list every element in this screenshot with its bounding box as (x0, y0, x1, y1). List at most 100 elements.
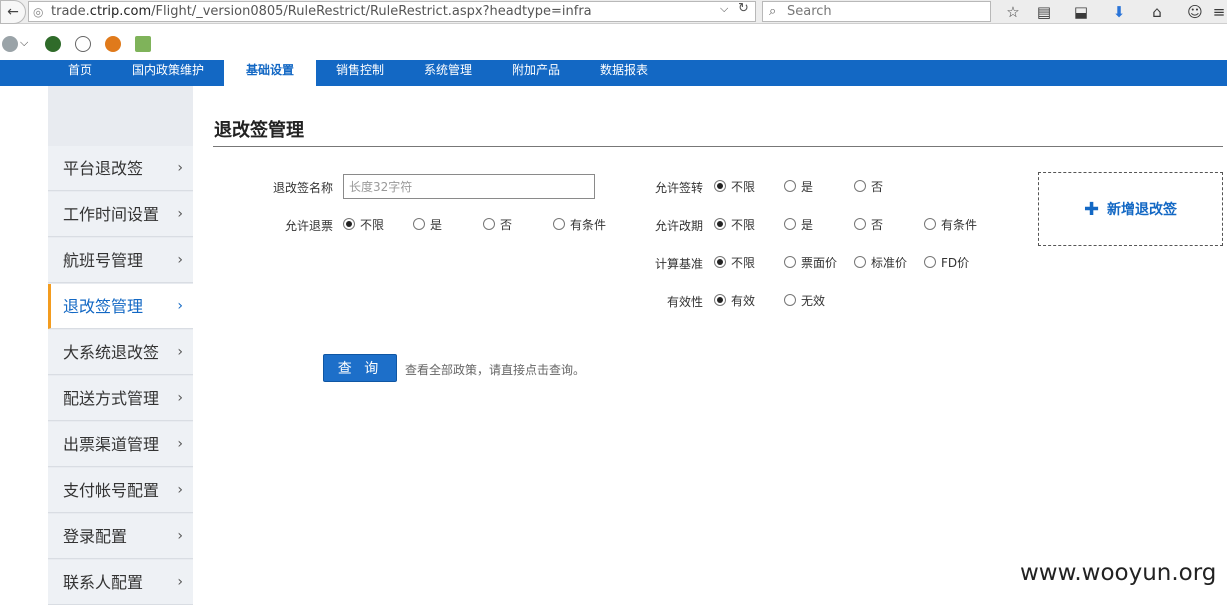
address-bar[interactable]: ◎ trade.ctrip.com/Flight/_version0805/Ru… (28, 1, 756, 22)
chevron-right-icon: › (177, 574, 183, 590)
sidebar-item-flight-number[interactable]: 航班号管理 › (48, 238, 193, 283)
endorse-option-any[interactable]: 不限 (714, 178, 755, 194)
sidebar-item-contact-config[interactable]: 联系人配置 › (48, 560, 193, 605)
change-option-conditional[interactable]: 有条件 (924, 216, 977, 232)
reload-icon[interactable]: ↻ (738, 1, 749, 16)
search-input[interactable]: ⌕ Search (762, 1, 991, 22)
radio-icon (854, 218, 866, 230)
chevron-right-icon: › (177, 482, 183, 498)
basis-option-face-price[interactable]: 票面价 (784, 254, 837, 270)
nav-tab-home[interactable]: 首页 (58, 60, 102, 86)
valid-option-valid[interactable]: 有效 (714, 292, 755, 308)
query-hint: 查看全部政策，请直接点击查询。 (405, 363, 586, 377)
star-icon[interactable]: ☆ (1002, 1, 1024, 23)
watermark: www.wooyun.org (1020, 560, 1217, 586)
smiley-icon[interactable]: ☺ (1184, 1, 1206, 23)
back-button[interactable]: ← (0, 0, 26, 24)
radio-icon (924, 218, 936, 230)
radio-icon (784, 218, 796, 230)
sidebar-item-refund-management[interactable]: 退改签管理 › (48, 284, 193, 329)
screenshot-icon[interactable] (135, 36, 151, 52)
sidebar-item-delivery[interactable]: 配送方式管理 › (48, 376, 193, 421)
sidebar-item-label: 平台退改签 (63, 159, 144, 178)
change-option-any[interactable]: 不限 (714, 216, 755, 232)
sidebar-item-login-config[interactable]: 登录配置 › (48, 514, 193, 559)
rule-name-input[interactable] (343, 174, 595, 199)
sidebar-item-label: 登录配置 (63, 527, 128, 546)
chevron-right-icon: › (177, 528, 183, 544)
nav-tab-system-management[interactable]: 系统管理 (414, 60, 482, 86)
basis-option-any[interactable]: 不限 (714, 254, 755, 270)
reading-list-icon[interactable]: ▤ (1033, 1, 1055, 23)
sidebar-item-label: 工作时间设置 (63, 205, 160, 224)
url-path: /Flight/_version0805/RuleRestrict/RuleRe… (151, 4, 592, 19)
sidebar-item-work-hours[interactable]: 工作时间设置 › (48, 192, 193, 237)
name-label: 退改签名称 (272, 181, 333, 195)
refund-option-conditional[interactable]: 有条件 (553, 216, 606, 232)
refund-option-any[interactable]: 不限 (343, 216, 384, 232)
pocket-icon[interactable]: ⬓ (1070, 1, 1092, 23)
refund-option-no[interactable]: 否 (483, 216, 512, 232)
change-option-no[interactable]: 否 (854, 216, 883, 232)
firebug-icon[interactable] (105, 36, 121, 52)
endorse-label: 允许签转 (654, 181, 703, 195)
page-title: 退改签管理 (214, 120, 304, 141)
menu-icon[interactable]: ≡ (1208, 1, 1227, 23)
download-icon[interactable]: ⬇ (1108, 1, 1130, 23)
valid-label: 有效性 (666, 295, 703, 309)
option-label: 否 (500, 217, 513, 232)
add-rule-button[interactable]: ✚ 新增退改签 (1038, 172, 1223, 246)
globe-icon: ◎ (33, 5, 44, 19)
addon-icon[interactable] (2, 36, 18, 52)
chevron-right-icon: › (177, 344, 183, 360)
sidebar: 平台退改签 › 工作时间设置 › 航班号管理 › 退改签管理 › 大系统退改签 › 配送方… (48, 86, 193, 605)
option-label: 有条件 (941, 217, 978, 232)
basis-option-standard-price[interactable]: 标准价 (854, 254, 907, 270)
shield-icon[interactable] (45, 36, 61, 52)
sidebar-item-ticket-channel[interactable]: 出票渠道管理 › (48, 422, 193, 467)
cookie-icon[interactable] (75, 36, 91, 52)
radio-checked-icon (714, 180, 726, 192)
sidebar-item-payment-account[interactable]: 支付帐号配置 › (48, 468, 193, 513)
radio-checked-icon (714, 294, 726, 306)
refund-option-yes[interactable]: 是 (413, 216, 442, 232)
sidebar-item-label: 航班号管理 (63, 251, 144, 270)
radio-checked-icon (343, 218, 355, 230)
arrow-left-icon: ← (7, 4, 19, 20)
home-icon[interactable]: ⌂ (1146, 1, 1168, 23)
option-label: 标准价 (871, 255, 908, 270)
sidebar-item-system-refund[interactable]: 大系统退改签 › (48, 330, 193, 375)
radio-icon (854, 180, 866, 192)
chevron-right-icon: › (177, 252, 183, 268)
sidebar-item-platform-refund[interactable]: 平台退改签 › (48, 146, 193, 191)
basis-option-fd-price[interactable]: FD价 (924, 254, 969, 270)
sidebar-item-label: 退改签管理 (63, 297, 144, 316)
option-label: 是 (801, 217, 814, 232)
radio-checked-icon (714, 256, 726, 268)
valid-option-invalid[interactable]: 无效 (784, 292, 825, 308)
radio-icon (784, 180, 796, 192)
radio-icon (413, 218, 425, 230)
change-label: 允许改期 (654, 219, 703, 233)
chevron-down-icon[interactable]: ⌵ (720, 2, 728, 16)
endorse-option-yes[interactable]: 是 (784, 178, 813, 194)
nav-tab-addon-products[interactable]: 附加产品 (502, 60, 570, 86)
radio-icon (784, 256, 796, 268)
main-nav: 首页 国内政策维护 基础设置 销售控制 系统管理 附加产品 数据报表 (0, 60, 1227, 86)
url-host: ctrip.com (89, 4, 152, 19)
endorse-option-no[interactable]: 否 (854, 178, 883, 194)
nav-tab-reports[interactable]: 数据报表 (590, 60, 658, 86)
sidebar-item-label: 支付帐号配置 (63, 481, 160, 500)
option-label: 是 (801, 179, 814, 194)
radio-icon (553, 218, 565, 230)
option-label: 否 (871, 217, 884, 232)
nav-tab-sales-control[interactable]: 销售控制 (326, 60, 394, 86)
nav-tab-domestic-policy[interactable]: 国内政策维护 (122, 60, 214, 86)
change-option-yes[interactable]: 是 (784, 216, 813, 232)
option-label: 不限 (731, 255, 756, 270)
nav-tab-basic-settings[interactable]: 基础设置 (224, 60, 316, 86)
sidebar-item-label: 联系人配置 (63, 573, 144, 592)
option-label: 无效 (801, 293, 826, 308)
chevron-down-icon[interactable]: ⌵ (20, 36, 28, 50)
query-button[interactable]: 查 询 (323, 354, 397, 382)
